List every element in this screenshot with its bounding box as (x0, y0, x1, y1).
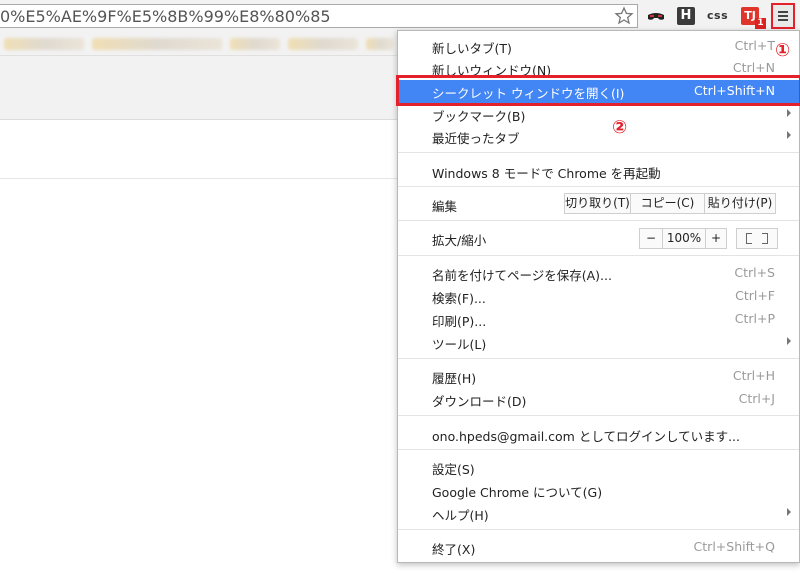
menu-separator (398, 186, 799, 187)
menu-item-settings[interactable]: 設定(S) (398, 456, 799, 479)
zoom-in-button[interactable]: + (705, 228, 727, 249)
annotation-step-2: ② (612, 117, 628, 138)
address-bar[interactable]: 0%E5%AE%9F%E5%8B%99%E8%80%85 (0, 4, 638, 28)
url-text[interactable]: 0%E5%AE%9F%E5%8B%99%E8%80%85 (0, 6, 331, 28)
menu-item-help[interactable]: ヘルプ(H) (398, 502, 799, 525)
menu-separator (398, 358, 799, 359)
menu-item-about[interactable]: Google Chrome について(G) (398, 479, 799, 502)
bookmark-item[interactable] (4, 38, 84, 50)
annotation-step-1: ① (775, 40, 791, 61)
menu-separator (398, 415, 799, 416)
copy-button[interactable]: コピー(C) (630, 193, 705, 214)
fullscreen-icon[interactable] (736, 228, 778, 249)
menu-item-signed-in[interactable]: ono.hpeds@gmail.com としてログインしています... (398, 423, 799, 446)
menu-hamburger-icon (778, 11, 788, 13)
bookmark-item[interactable] (230, 38, 280, 50)
menu-item-recent-tabs[interactable]: 最近使ったタブ (398, 125, 799, 148)
css-extension-icon[interactable]: css (707, 9, 737, 31)
bookmark-star-icon[interactable] (614, 6, 634, 26)
h-extension-icon[interactable]: H (677, 7, 695, 25)
menu-separator (398, 449, 799, 450)
menu-separator (398, 255, 799, 256)
extension-badge: 1 (755, 18, 766, 29)
menu-separator (398, 529, 799, 530)
paste-button[interactable]: 貼り付け(P) (704, 193, 776, 214)
bookmark-item[interactable] (288, 38, 358, 50)
browser-toolbar: 0%E5%AE%9F%E5%8B%99%E8%80%85 H css TJ 1 (0, 0, 800, 33)
zoom-level: 100% (662, 228, 706, 249)
menu-item-downloads[interactable]: ダウンロード(D) Ctrl+J (398, 388, 799, 411)
submenu-arrow-icon (787, 131, 791, 139)
menu-item-exit[interactable]: 終了(X) Ctrl+Shift+Q (398, 536, 799, 559)
menu-item-restart-win8[interactable]: Windows 8 モードで Chrome を再起動 (398, 160, 799, 183)
bookmark-item[interactable] (92, 38, 222, 50)
menu-separator (398, 220, 799, 221)
submenu-arrow-icon (787, 508, 791, 516)
chrome-menu-button[interactable] (771, 3, 795, 29)
submenu-arrow-icon (787, 109, 791, 117)
menu-item-history[interactable]: 履歴(H) Ctrl+H (398, 365, 799, 388)
menu-item-save-page[interactable]: 名前を付けてページを保存(A)... Ctrl+S (398, 262, 799, 285)
page-divider (0, 178, 400, 179)
chrome-main-menu: 新しいタブ(T) Ctrl+T 新しいウィンドウ(N) Ctrl+N シークレッ… (397, 30, 800, 563)
menu-separator (398, 152, 799, 153)
menu-item-bookmarks[interactable]: ブックマーク(B) (398, 103, 799, 126)
incognito-extension-icon[interactable] (645, 6, 667, 28)
cut-button[interactable]: 切り取り(T) (564, 193, 631, 214)
zoom-out-button[interactable]: − (639, 228, 663, 249)
menu-item-new-tab[interactable]: 新しいタブ(T) Ctrl+T (398, 35, 799, 58)
bookmark-item[interactable] (366, 38, 394, 50)
submenu-arrow-icon (787, 337, 791, 345)
menu-item-find[interactable]: 検索(F)... Ctrl+F (398, 285, 799, 308)
menu-item-print[interactable]: 印刷(P)... Ctrl+P (398, 308, 799, 331)
menu-item-tools[interactable]: ツール(L) (398, 331, 799, 354)
incognito-highlight-box (396, 75, 800, 106)
